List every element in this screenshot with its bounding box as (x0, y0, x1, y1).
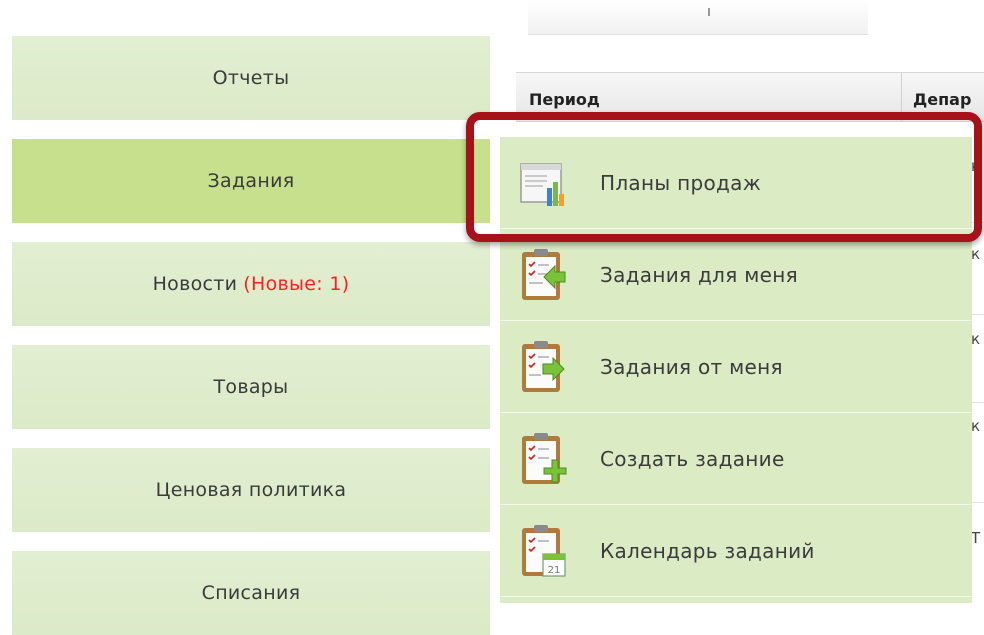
submenu-item-create-task[interactable]: Создать задание (500, 413, 972, 505)
submenu-item-task-calendar[interactable]: 21 Календарь заданий (500, 505, 972, 597)
table-cell-fragment: Т (971, 529, 981, 547)
sidebar-item-reports[interactable]: Отчеты (12, 36, 490, 120)
sidebar-item-products[interactable]: Товары (12, 345, 490, 429)
clipboard-arrow-out-icon (522, 340, 565, 392)
table-cell-fragment: к (971, 157, 981, 175)
column-header-period[interactable]: Период (529, 90, 600, 109)
sales-plan-chart-icon (520, 162, 564, 206)
sidebar-item-label: Ценовая политика (155, 479, 347, 501)
sidebar-nav: Отчеты Задания Новости (Новые: 1) Товары… (0, 0, 500, 635)
submenu-item-label: Задания для меня (600, 262, 798, 287)
sidebar-item-pricing[interactable]: Ценовая политика (12, 448, 490, 532)
table-cell-fragment: к (971, 417, 981, 435)
sidebar-item-write-offs[interactable]: Списания (12, 551, 490, 635)
clipboard-add-icon (522, 432, 567, 484)
sidebar-item-label: Новости (152, 273, 238, 295)
column-header-department[interactable]: Депар (913, 90, 971, 109)
sidebar-item-label: Задания (207, 170, 295, 192)
table-cell-fragment: к (971, 245, 981, 263)
table-header: Период Депар (516, 72, 984, 122)
new-count-badge: (Новые: 1) (243, 273, 350, 295)
sidebar-item-label: Списания (201, 582, 301, 604)
submenu-item-tasks-from-me[interactable]: Задания от меня (500, 321, 972, 413)
table-cell-fragment: к (971, 330, 981, 348)
sidebar-item-news[interactable]: Новости (Новые: 1) (12, 242, 490, 326)
top-input-fragment[interactable] (528, 0, 868, 35)
clipboard-arrow-in-icon (522, 248, 566, 300)
submenu-item-label: Календарь заданий (600, 538, 815, 563)
submenu-item-label: Задания от меня (600, 354, 783, 379)
submenu-item-sales-plans[interactable]: Планы продаж (500, 137, 972, 229)
sidebar-item-label: Отчеты (212, 67, 290, 89)
clipboard-calendar-icon: 21 (522, 524, 566, 577)
sidebar-item-label: Товары (213, 376, 289, 398)
sidebar-item-tasks[interactable]: Задания (12, 139, 490, 223)
submenu-item-tasks-for-me[interactable]: Задания для меня (500, 229, 972, 321)
tasks-submenu: Планы продаж Задания для меня Задания от… (500, 137, 972, 603)
submenu-item-label: Создать задание (600, 446, 785, 471)
submenu-item-label: Планы продаж (600, 170, 762, 195)
calendar-day-number: 21 (548, 565, 561, 576)
